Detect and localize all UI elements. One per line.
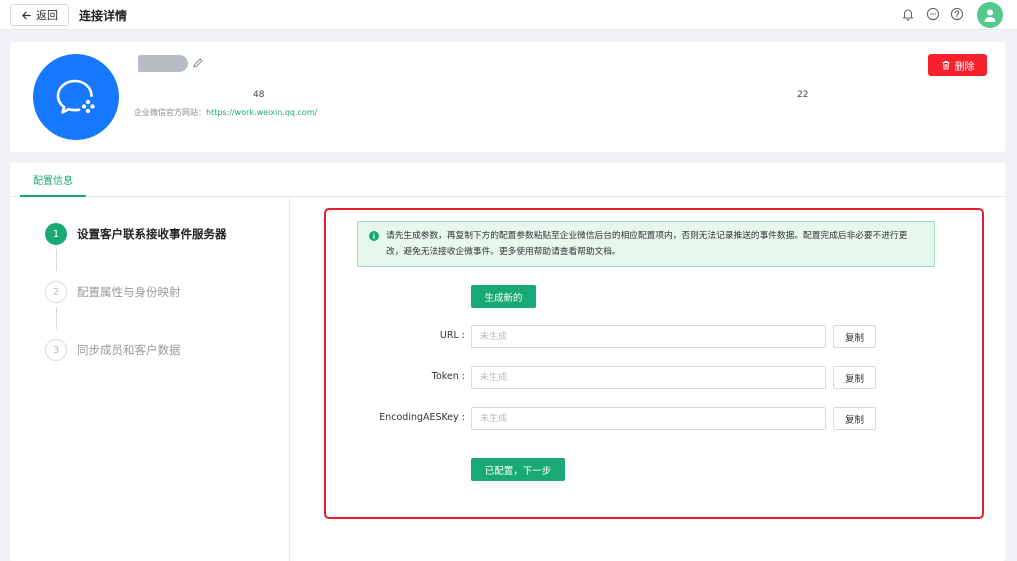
generate-button[interactable]: 生成新的 xyxy=(471,285,536,308)
message-icon[interactable] xyxy=(926,7,940,21)
configured-next-button[interactable]: 已配置，下一步 xyxy=(471,458,565,481)
copy-token-button[interactable]: 复制 xyxy=(833,366,876,389)
config-card: 配置信息 1 设置客户联系接收事件服务器 2 配置属性与身份映射 3 同步成员和… xyxy=(10,163,1005,561)
step-number: 1 xyxy=(45,223,67,245)
url-label: URL : xyxy=(439,330,465,341)
url-input[interactable] xyxy=(471,325,826,348)
meta-value-1: 48 xyxy=(253,90,265,100)
step-label: 同步成员和客户数据 xyxy=(77,343,181,357)
step-number: 3 xyxy=(45,339,67,361)
arrow-left-icon xyxy=(22,11,31,19)
delete-button-label: 删除 xyxy=(954,61,975,73)
tab-config-info[interactable]: 配置信息 xyxy=(20,163,86,197)
step-label: 设置客户联系接收事件服务器 xyxy=(77,227,227,241)
user-avatar-icon xyxy=(984,9,996,22)
page-title: 连接详情 xyxy=(79,9,128,23)
help-icon[interactable] xyxy=(950,7,964,21)
step-3[interactable]: 3 同步成员和客户数据 xyxy=(45,339,181,361)
trash-icon xyxy=(942,61,949,70)
meta-value-2: 22 xyxy=(797,90,809,100)
user-avatar[interactable] xyxy=(977,2,1003,28)
official-site-link[interactable]: https://work.weixin.qq.com/ xyxy=(206,108,317,117)
back-button[interactable]: 返回 xyxy=(10,4,69,26)
connector-header-card: 48 22 企业微信官方网站：https://work.weixin.qq.co… xyxy=(10,42,1005,152)
info-icon xyxy=(369,231,379,241)
delete-button[interactable]: 删除 xyxy=(928,54,987,76)
token-label: Token : xyxy=(431,371,465,382)
pencil-icon[interactable] xyxy=(192,57,204,69)
step-1[interactable]: 1 设置客户联系接收事件服务器 xyxy=(45,223,227,245)
steps-divider xyxy=(289,197,290,561)
step-connector xyxy=(56,249,57,271)
step-2[interactable]: 2 配置属性与身份映射 xyxy=(45,281,181,303)
official-site-line: 企业微信官方网站：https://work.weixin.qq.com/ xyxy=(134,107,317,118)
step-label: 配置属性与身份映射 xyxy=(77,285,181,299)
info-alert-text: 请先生成参数，再复制下方的配置参数粘贴至企业微信后台的相应配置项内，否则无法记录… xyxy=(386,231,908,257)
copy-url-button[interactable]: 复制 xyxy=(833,325,876,348)
back-button-label: 返回 xyxy=(36,9,58,22)
encoding-aes-key-label: EncodingAESKey : xyxy=(379,412,465,423)
tab-bar: 配置信息 xyxy=(10,163,1005,197)
encoding-aes-key-input[interactable] xyxy=(471,407,826,430)
copy-encoding-aes-key-button[interactable]: 复制 xyxy=(833,407,876,430)
top-bar: 返回 连接详情 xyxy=(0,0,1017,30)
bell-icon[interactable] xyxy=(901,7,915,21)
step-number: 2 xyxy=(45,281,67,303)
wecom-logo xyxy=(33,54,119,140)
wecom-logo-icon xyxy=(56,79,95,114)
connector-name-redacted xyxy=(138,55,188,72)
info-alert: 请先生成参数，再复制下方的配置参数粘贴至企业微信后台的相应配置项内，否则无法记录… xyxy=(357,221,935,267)
official-site-label: 企业微信官方网站： xyxy=(134,108,206,117)
step-connector xyxy=(56,307,57,329)
token-input[interactable] xyxy=(471,366,826,389)
